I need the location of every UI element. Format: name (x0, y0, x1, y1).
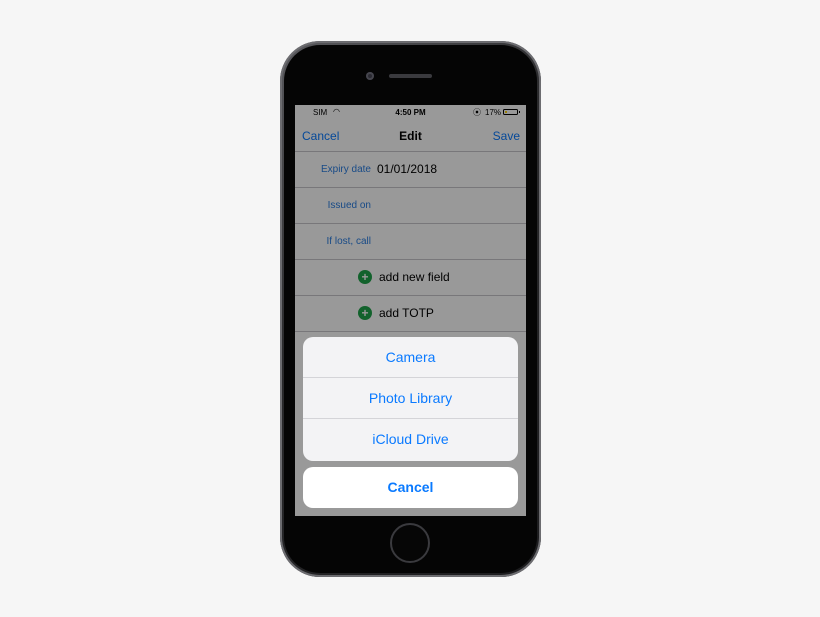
action-sheet: Camera Photo Library iCloud Drive (303, 337, 518, 461)
icloud-drive-option[interactable]: iCloud Drive (303, 419, 518, 460)
camera-option[interactable]: Camera (303, 337, 518, 378)
action-sheet-cancel-button[interactable]: Cancel (303, 467, 518, 508)
front-camera-icon (366, 72, 374, 80)
home-button[interactable] (390, 523, 430, 563)
phone-screen: SIM ◠ 4:50 PM ⦿ 17% Cancel Edit Save Exp… (295, 105, 526, 516)
earpiece-speaker (389, 74, 432, 78)
photo-library-option[interactable]: Photo Library (303, 378, 518, 419)
